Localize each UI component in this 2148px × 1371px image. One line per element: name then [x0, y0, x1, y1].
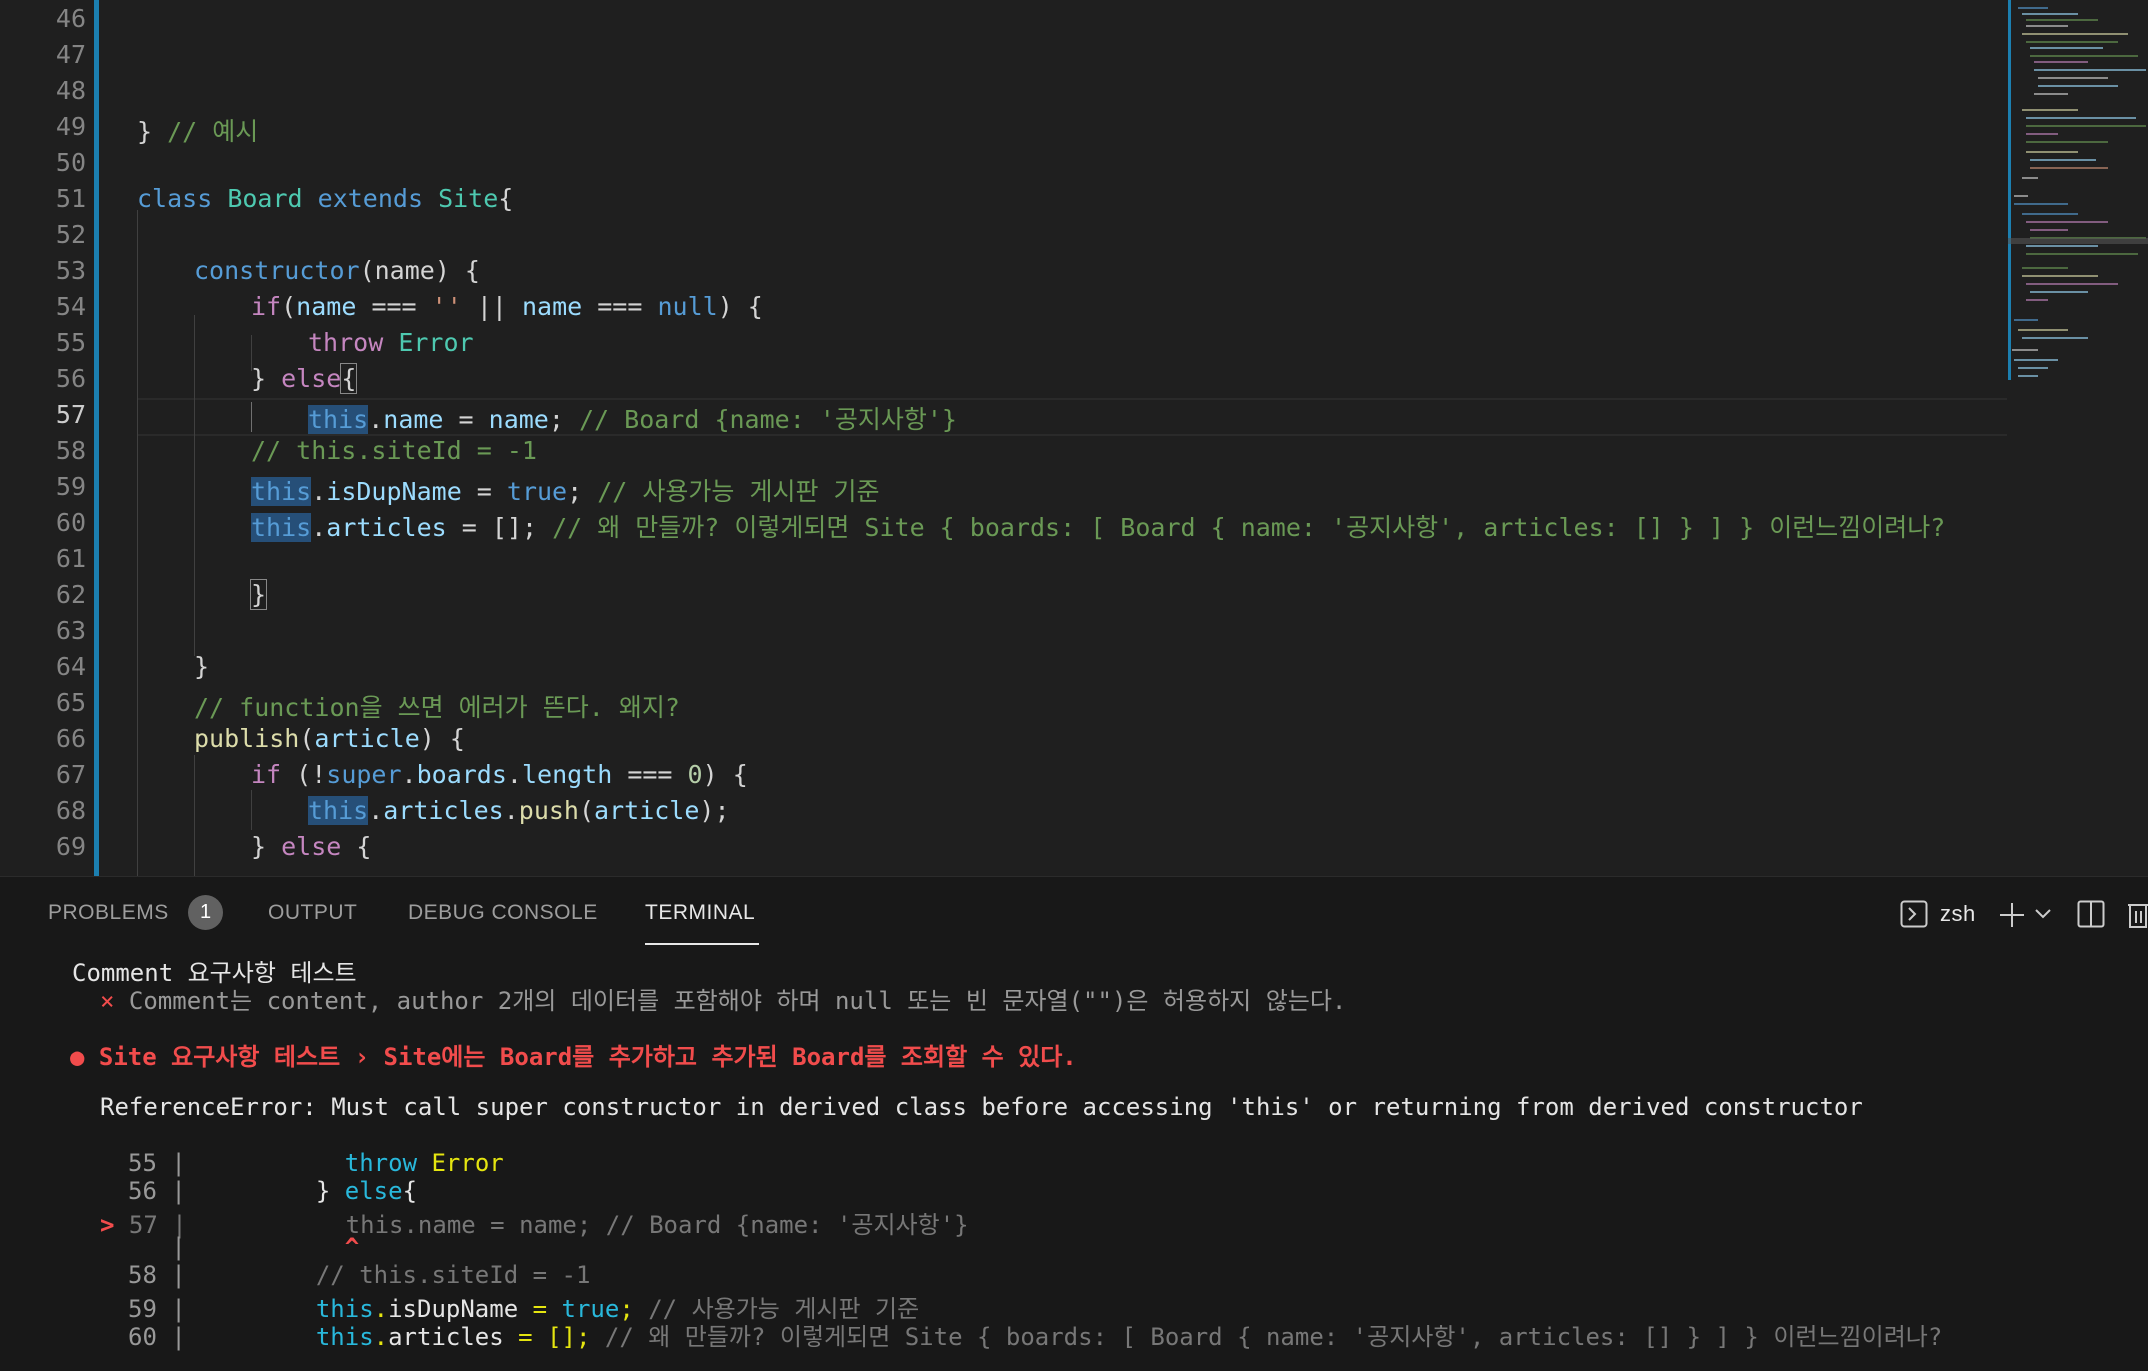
bottom-panel: PROBLEMS 1 OUTPUT DEBUG CONSOLE TERMINAL…: [0, 876, 2148, 1371]
code-line-67[interactable]: if (!super.boards.length === 0) {: [251, 760, 748, 789]
tab-terminal[interactable]: TERMINAL: [645, 901, 755, 925]
snippet-line-58: 58 | // this.siteId = -1: [128, 1261, 591, 1289]
git-modified-gutter-bar: [94, 0, 99, 876]
code-line-55[interactable]: throw Error: [308, 328, 474, 357]
chevron-down-icon[interactable]: [2034, 907, 2052, 921]
line-number: 68: [55, 796, 86, 825]
error-message: ReferenceError: Must call super construc…: [100, 1093, 1863, 1121]
tab-output[interactable]: OUTPUT: [268, 901, 357, 925]
line-number: 69: [55, 832, 86, 861]
failed-test-line: × Comment는 content, author 2개의 데이터를 포함해야…: [100, 987, 1347, 1015]
code-line-66[interactable]: publish(article) {: [194, 724, 465, 753]
fail-x-icon: ×: [100, 987, 115, 1015]
tab-debug-console[interactable]: DEBUG CONSOLE: [408, 901, 598, 925]
trash-icon[interactable]: [2126, 899, 2148, 929]
line-number-active: 57: [55, 400, 86, 429]
line-number: 61: [55, 544, 86, 573]
code-line-69[interactable]: } else {: [251, 832, 371, 861]
line-number: 67: [55, 760, 86, 789]
line-number: 46: [55, 4, 86, 33]
line-number: 63: [55, 616, 86, 645]
tab-problems[interactable]: PROBLEMS: [48, 901, 169, 925]
snippet-caret-line: | ^: [171, 1233, 360, 1261]
terminal-shell-icon[interactable]: [1900, 900, 1928, 928]
code-editor[interactable]: 46 47 48 49 50 51 52 53 54 55 56 57 58 5…: [0, 0, 2148, 876]
indent-guide: [251, 790, 252, 830]
line-number: 50: [55, 148, 86, 177]
snippet-line-55: 55 | throw Error: [128, 1149, 504, 1177]
line-number: 62: [55, 580, 86, 609]
line-number: 53: [55, 256, 86, 285]
add-terminal-icon[interactable]: [1997, 900, 2027, 930]
problems-count-badge: 1: [188, 895, 223, 930]
line-number: 56: [55, 364, 86, 393]
line-number: 49: [55, 112, 86, 141]
code-line-49[interactable]: } // 예시: [137, 112, 258, 148]
line-number: 66: [55, 724, 86, 753]
error-arrow-icon: >: [100, 1211, 115, 1239]
code-line-64[interactable]: }: [194, 652, 209, 681]
active-tab-indicator: [645, 943, 759, 945]
line-number: 65: [55, 688, 86, 717]
line-number: 47: [55, 40, 86, 69]
line-number: 55: [55, 328, 86, 357]
error-suite-line: ● Site 요구사항 테스트 › Site에는 Board를 추가하고 추가된…: [70, 1043, 1077, 1071]
code-line-57[interactable]: this.name = name; // Board {name: '공지사항'…: [308, 400, 957, 436]
error-bullet-icon: ●: [70, 1043, 85, 1071]
code-line-62[interactable]: }: [249, 579, 268, 610]
line-number: 48: [55, 76, 86, 105]
split-terminal-icon[interactable]: [2077, 900, 2105, 928]
error-caret: ^: [344, 1233, 360, 1261]
code-line-51[interactable]: class Board extends Site{: [137, 184, 513, 213]
line-number: 52: [55, 220, 86, 249]
line-number: 51: [55, 184, 86, 213]
indent-guide: [194, 315, 195, 656]
line-number: 54: [55, 292, 86, 321]
indent-guide-active: [251, 402, 252, 432]
line-number: 60: [55, 508, 86, 537]
shell-name-label[interactable]: zsh: [1940, 901, 1976, 927]
code-line-58[interactable]: // this.siteId = -1: [251, 436, 537, 465]
snippet-line-56: 56 | } else{: [128, 1177, 418, 1205]
code-line-56[interactable]: } else{: [251, 363, 358, 394]
indent-guide: [137, 210, 138, 876]
code-line-68[interactable]: this.articles.push(article);: [308, 796, 730, 825]
code-line-54[interactable]: if(name === '' || name === null) {: [251, 292, 763, 321]
line-number: 59: [55, 472, 86, 501]
line-number: 58: [55, 436, 86, 465]
snippet-line-60: 60 | this.articles = []; // 왜 만들까? 이렇게되면…: [128, 1323, 1943, 1351]
code-line-59[interactable]: this.isDupName = true; // 사용가능 게시판 기준: [251, 472, 880, 508]
code-line-65[interactable]: // function을 쓰면 에러가 뜬다. 왜지?: [194, 688, 680, 724]
line-number: 64: [55, 652, 86, 681]
code-line-53[interactable]: constructor(name) {: [194, 256, 480, 285]
indent-guide: [194, 755, 195, 876]
minimap[interactable]: [2008, 0, 2148, 876]
code-line-60[interactable]: this.articles = []; // 왜 만들까? 이렇게되면 Site…: [251, 508, 1945, 544]
